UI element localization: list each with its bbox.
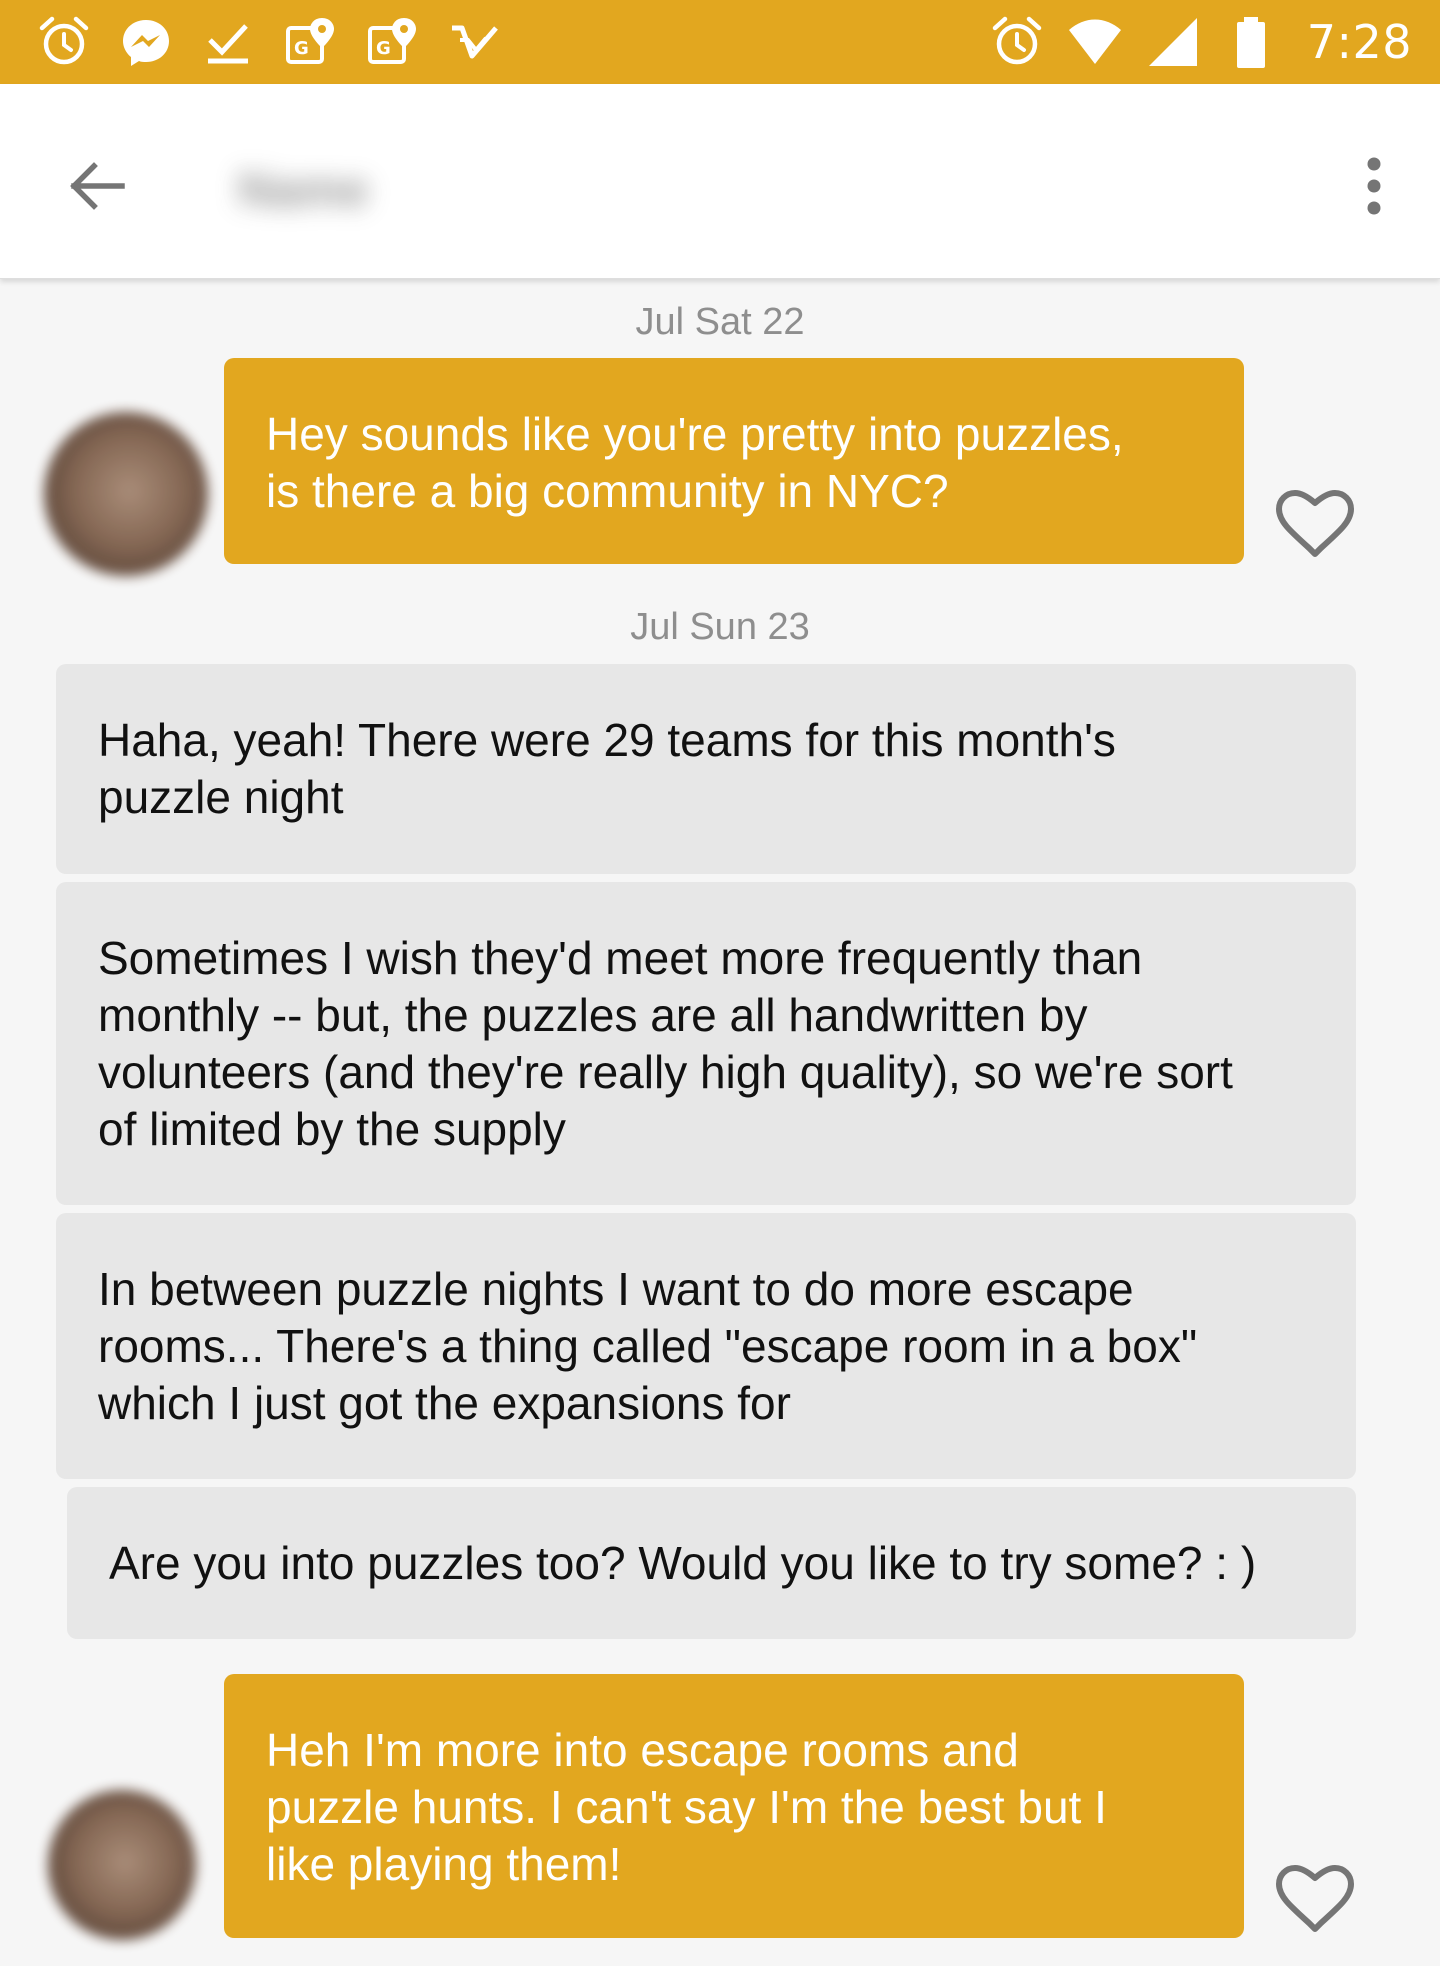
more-options-button[interactable] (1344, 146, 1404, 226)
message-line: Haha, yeah! There were 29 teams for this… (98, 714, 1116, 766)
message-bubble-outgoing[interactable]: Heh I'm more into escape rooms and puzzl… (224, 1674, 1244, 1938)
avatar[interactable] (44, 412, 208, 576)
message-bubble-incoming[interactable]: Are you into puzzles too? Would you like… (67, 1487, 1356, 1639)
message-line: Sometimes I wish they'd meet more freque… (98, 932, 1143, 984)
date-separator: Jul Sat 22 (635, 301, 805, 343)
message-line: which I just got the expansions for (98, 1377, 791, 1429)
message-line: puzzle night (98, 771, 344, 823)
status-notifications: G G (0, 14, 502, 70)
message-line: volunteers (and they're really high qual… (98, 1046, 1233, 1098)
status-bar: G G 7:28 (0, 0, 1440, 84)
download-done-icon (200, 14, 256, 70)
message-line: like playing them! (266, 1838, 622, 1890)
like-button[interactable] (1274, 488, 1356, 560)
status-time: 7:28 (1306, 15, 1412, 69)
contact-name[interactable]: Name (238, 150, 438, 230)
maps-icon: G (364, 14, 420, 70)
contact-name-text: Name (238, 163, 369, 217)
message-bubble-incoming[interactable]: Sometimes I wish they'd meet more freque… (56, 882, 1356, 1205)
wifi-icon (1067, 14, 1123, 70)
message-line: Are you into puzzles too? Would you like… (109, 1537, 1257, 1589)
svg-text:G: G (294, 38, 309, 59)
message-line: Hey sounds like you're pretty into puzzl… (266, 408, 1124, 460)
alarm-icon (989, 14, 1045, 70)
message-line: monthly -- but, the puzzles are all hand… (98, 989, 1088, 1041)
inbox-done-icon (446, 14, 502, 70)
message-bubble-incoming[interactable]: Haha, yeah! There were 29 teams for this… (56, 664, 1356, 874)
signal-icon (1145, 14, 1201, 70)
heart-outline-icon (1276, 1865, 1354, 1932)
svg-text:G: G (376, 38, 391, 59)
message-line: Heh I'm more into escape rooms and (266, 1724, 1019, 1776)
avatar[interactable] (48, 1790, 196, 1940)
message-line: rooms... There's a thing called "escape … (98, 1320, 1198, 1372)
heart-outline-icon (1276, 490, 1354, 557)
back-button[interactable] (56, 146, 136, 226)
message-bubble-outgoing[interactable]: Hey sounds like you're pretty into puzzl… (224, 358, 1244, 564)
date-separator: Jul Sun 23 (630, 606, 810, 648)
message-bubble-incoming[interactable]: In between puzzle nights I want to do mo… (56, 1213, 1356, 1479)
conversation-header: Name (0, 84, 1440, 279)
messenger-icon (118, 14, 174, 70)
battery-icon (1223, 14, 1279, 70)
message-line: of limited by the supply (98, 1103, 566, 1155)
message-line: puzzle hunts. I can't say I'm the best b… (266, 1781, 1107, 1833)
status-system: 7:28 (989, 14, 1440, 70)
maps-icon: G (282, 14, 338, 70)
alarm-icon (36, 14, 92, 70)
arrow-back-icon (70, 162, 125, 210)
message-line: In between puzzle nights I want to do mo… (98, 1263, 1134, 1315)
like-button[interactable] (1274, 1863, 1356, 1935)
message-line: is there a big community in NYC? (266, 465, 949, 517)
more-vert-icon (1367, 157, 1381, 215)
